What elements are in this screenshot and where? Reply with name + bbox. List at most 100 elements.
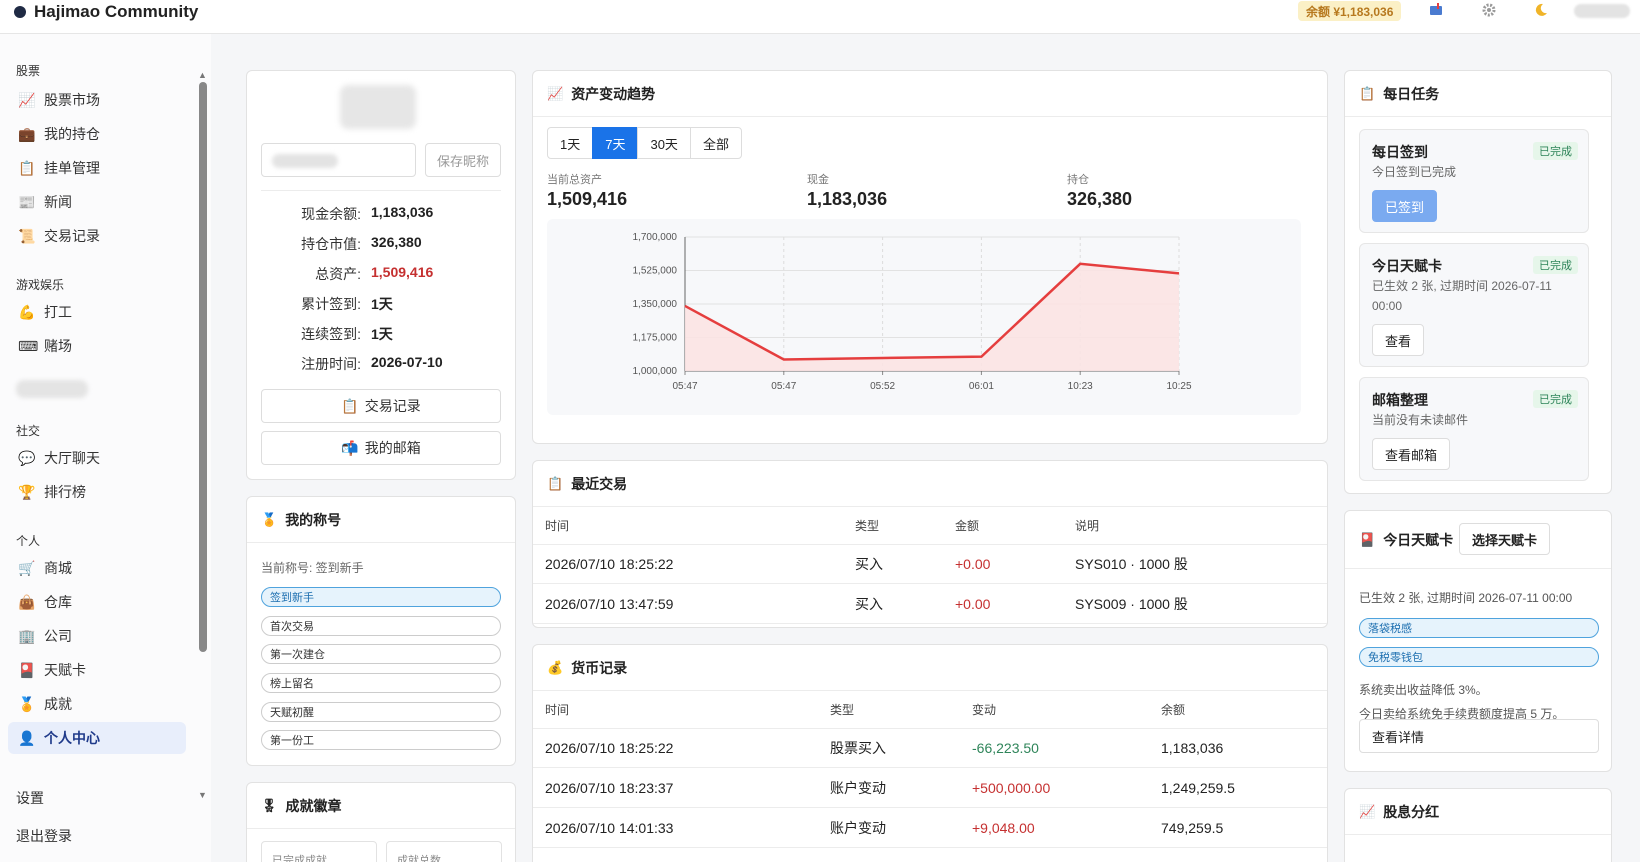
current-title: 当前称号: 签到新手	[261, 561, 364, 575]
select-talent-button[interactable]: 选择天赋卡	[1459, 523, 1551, 555]
sidebar-item-company[interactable]: 🏢 公司	[8, 620, 186, 652]
clipboard-icon: 📋	[341, 397, 359, 414]
sidebar-item-casino[interactable]: ⌨ 赌场	[8, 330, 186, 362]
mailbox-icon: 📬	[341, 439, 359, 456]
sidebar-group-games: 游戏娱乐	[16, 278, 65, 292]
chart-y-tick-label: 1,525,000	[633, 266, 678, 277]
sidebar-item-achievements[interactable]: 🏅 成就	[8, 688, 186, 720]
range-tab-all[interactable]: 全部	[689, 127, 742, 159]
sidebar-item-trade-records[interactable]: 📜 交易记录	[8, 220, 186, 252]
task-daily-checkin: 每日签到 已完成 今日签到已完成 已签到	[1359, 129, 1589, 233]
sidebar-item-talent-cards[interactable]: 🎴 天赋卡	[8, 654, 186, 686]
range-tab-1d[interactable]: 1天	[547, 127, 594, 159]
chart-y-tick-label: 1,700,000	[633, 232, 678, 243]
dividend-card: 📈 股息分红	[1344, 788, 1612, 862]
stat-cash: 现金余额: 1,183,036	[301, 204, 434, 222]
sidebar-item-work[interactable]: 💪 打工	[8, 296, 186, 328]
range-tab-7d[interactable]: 7天	[592, 127, 639, 159]
bag-icon: 👜	[18, 593, 36, 610]
trophy-icon: 🏆	[18, 483, 36, 500]
save-nickname-button[interactable]: 保存昵称	[425, 143, 501, 177]
metric-total-assets: 当前总资产 1,509,416	[547, 174, 628, 209]
status-badge: 已完成	[1533, 142, 1578, 160]
sidebar-item-profile-center[interactable]: 👤 个人中心	[8, 722, 186, 754]
sidebar-item-leaderboard[interactable]: 🏆 排行榜	[8, 476, 186, 508]
table-row[interactable]: 2026/07/10 14:01:33 账户变动 +9,048.00 749,2…	[533, 809, 1327, 848]
sidebar-item-news[interactable]: 📰 新闻	[8, 186, 186, 218]
talent-effect: 系统卖出收益降低 3%。	[1359, 683, 1488, 697]
checked-in-button[interactable]: 已签到	[1372, 190, 1438, 222]
trade-records-button[interactable]: 📋 交易记录	[261, 389, 501, 423]
gear-icon[interactable]	[1481, 2, 1497, 18]
title-pill[interactable]: 第一次建仓	[261, 644, 501, 664]
sidebar-item-label: 交易记录	[44, 228, 100, 244]
sidebar-item-label: 天赋卡	[44, 662, 86, 678]
table-row[interactable]: 2026/07/10 13:47:59 买入 +0.00 SYS009 · 10…	[533, 585, 1327, 624]
moon-icon[interactable]	[1533, 2, 1549, 18]
table-row[interactable]: 2026/07/10 18:25:22 买入 +0.00 SYS010 · 10…	[533, 545, 1327, 584]
sidebar-item-label: 公司	[44, 628, 72, 644]
top-bar: Hajimao Community 余额 ¥1,183,036	[0, 0, 1640, 34]
sidebar-item-label: 股票市场	[44, 92, 100, 108]
muscle-icon: 💪	[18, 303, 36, 320]
sidebar-group-social: 社交	[16, 424, 41, 438]
talent-pill[interactable]: 落袋税感	[1359, 618, 1599, 638]
metric-holdings: 持仓 326,380	[1067, 174, 1133, 209]
title-pill[interactable]: 第一份工	[261, 730, 501, 750]
newspaper-icon: 📰	[18, 193, 36, 210]
scroll-up-arrow[interactable]: ▲	[198, 70, 207, 80]
sidebar-scrollbar[interactable]	[199, 82, 207, 652]
badges-header: 🎖 成就徽章	[247, 783, 515, 829]
status-badge: 已完成	[1533, 390, 1578, 408]
stat-total-assets: 总资产: 1,509,416	[315, 264, 434, 282]
divider	[261, 190, 501, 191]
clipboard-icon: 📋	[18, 159, 36, 176]
titles-card: 🏅 我的称号 当前称号: 签到新手 签到新手 首次交易 第一次建仓 榜上留名 天赋…	[246, 496, 516, 766]
chart-icon: 📈	[1359, 803, 1376, 819]
title-pill[interactable]: 签到新手	[261, 587, 501, 607]
sidebar-item-lobby-chat[interactable]: 💬 大厅聊天	[8, 442, 186, 474]
completed-achievements: 已完成成就	[261, 841, 377, 862]
clipboard-icon: 📋	[1359, 85, 1376, 101]
talent-pill[interactable]: 免税零钱包	[1359, 647, 1599, 667]
chart-x-tick-label: 05:52	[870, 381, 895, 392]
sidebar-item-stock-market[interactable]: 📈 股票市场	[8, 84, 186, 116]
table-row[interactable]: 2026/07/10 18:23:37 账户变动 +500,000.00 1,2…	[533, 769, 1327, 808]
sidebar-item-orders[interactable]: 📋 挂单管理	[8, 152, 186, 184]
daily-tasks-card: 📋 每日任务 每日签到 已完成 今日签到已完成 已签到 今日天赋卡 已完成 已生效…	[1344, 70, 1612, 494]
sidebar-item-shop[interactable]: 🛒 商城	[8, 552, 186, 584]
view-mailbox-button[interactable]: 查看邮箱	[1372, 438, 1451, 470]
sidebar-logout[interactable]: 退出登录	[16, 826, 72, 846]
recent-trades-card: 📋 最近交易 时间 类型 金额 说明 2026/07/10 18:25:22 买入…	[532, 460, 1328, 628]
sidebar-settings[interactable]: 设置	[16, 788, 44, 808]
scroll-down-arrow[interactable]: ▼	[198, 790, 207, 800]
user-avatar[interactable]	[1574, 4, 1630, 18]
chart-x-tick-label: 06:01	[969, 381, 994, 392]
card-icon: 🎴	[1359, 531, 1376, 547]
mailbox-icon[interactable]	[1428, 2, 1444, 18]
sidebar-group-personal: 个人	[16, 534, 41, 548]
currency-records-header: 💰 货币记录	[533, 645, 1327, 691]
sidebar-item-blurred[interactable]	[16, 380, 88, 398]
brand[interactable]: Hajimao Community	[14, 0, 198, 24]
sidebar-item-holdings[interactable]: 💼 我的持仓	[8, 118, 186, 150]
stat-total-checkins: 累计签到: 1天	[301, 296, 393, 312]
currency-records-card: 💰 货币记录 时间 类型 变动 余额 2026/07/10 18:25:22 股票…	[532, 644, 1328, 862]
my-mailbox-button[interactable]: 📬 我的邮箱	[261, 431, 501, 465]
chart-x-tick-label: 10:25	[1166, 381, 1191, 392]
sidebar-item-label: 新闻	[44, 194, 72, 210]
nickname-input[interactable]	[261, 143, 416, 177]
view-talent-button[interactable]: 查看	[1372, 324, 1425, 356]
chart-y-tick-label: 1,000,000	[633, 366, 678, 377]
view-details-button[interactable]: 查看详情	[1359, 719, 1599, 753]
sidebar-item-warehouse[interactable]: 👜 仓库	[8, 586, 186, 618]
balance-badge: 余额 ¥1,183,036	[1298, 1, 1402, 21]
title-pill[interactable]: 首次交易	[261, 616, 501, 636]
title-pill[interactable]: 榜上留名	[261, 673, 501, 693]
sidebar-item-label: 赌场	[44, 338, 72, 354]
sidebar-item-label: 成就	[44, 696, 72, 712]
range-tab-30d[interactable]: 30天	[637, 127, 691, 159]
title-pill[interactable]: 天赋初醒	[261, 702, 501, 722]
card-icon: 🎴	[18, 661, 36, 678]
table-row[interactable]: 2026/07/10 18:25:22 股票买入 -66,223.50 1,18…	[533, 729, 1327, 768]
